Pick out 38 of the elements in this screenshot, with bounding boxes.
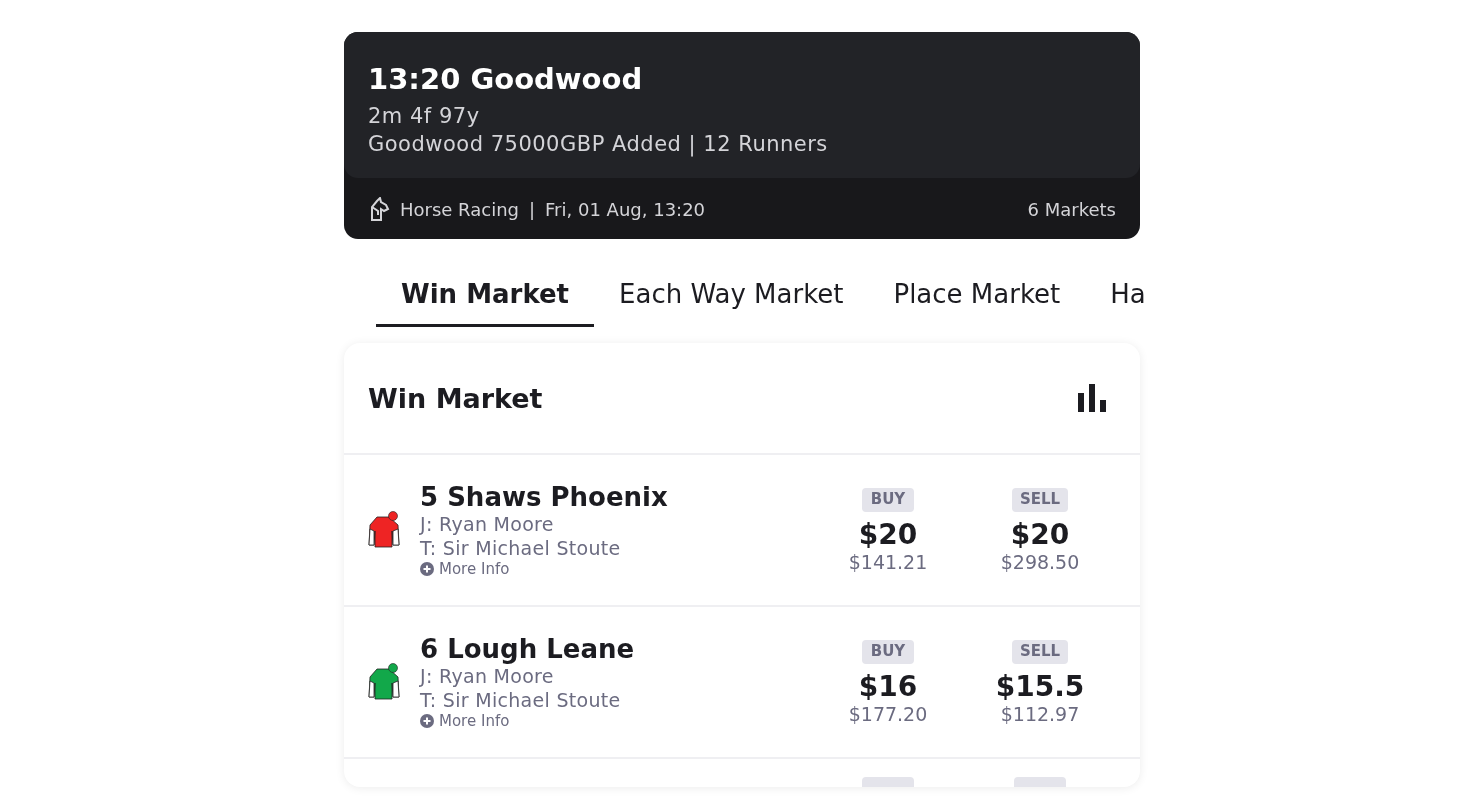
separator: | <box>529 198 536 220</box>
trainer-name: T: Sir Michael Stoute <box>420 688 622 712</box>
buy-label: BUY <box>862 639 914 664</box>
market-tab[interactable]: Ha <box>1085 263 1171 327</box>
runner-name: 6 Lough Leane <box>420 634 636 664</box>
more-info-link[interactable]: More Info <box>420 560 812 578</box>
sell-amount: $298.50 <box>1000 550 1080 573</box>
jockey-silk-icon <box>368 663 400 701</box>
sell-label: SELL <box>1011 639 1069 664</box>
buy-price[interactable]: $16 <box>858 669 918 703</box>
jockey-silk-icon <box>368 511 400 549</box>
plus-circle-icon <box>420 714 434 728</box>
buy-label: BUY <box>862 487 914 512</box>
trainer-name: T: Sir Michael Stoute <box>420 536 622 560</box>
bar-chart-icon[interactable] <box>1078 384 1108 412</box>
market-tab[interactable]: Place Market <box>868 263 1086 327</box>
sell-amount: $112.97 <box>1000 702 1080 725</box>
event-title: 13:20 Goodwood <box>368 62 644 96</box>
markets-count: 6 Markets <box>1027 198 1116 220</box>
more-info-link[interactable]: More Info <box>420 712 812 730</box>
race-details: Goodwood 75000GBP Added | 12 Runners <box>368 132 829 156</box>
market-tab[interactable]: Win Market <box>376 263 595 327</box>
market-tab[interactable]: Each Way Market <box>594 263 869 327</box>
market-title: Win Market <box>368 382 544 414</box>
jockey-name: J: Ryan Moore <box>420 512 555 536</box>
runner-name: 5 Shaws Phoenix <box>420 482 669 512</box>
buy-price[interactable]: $20 <box>858 517 918 551</box>
plus-circle-icon <box>420 562 434 576</box>
jockey-name: J: Ryan Moore <box>420 664 555 688</box>
sell-price[interactable]: $15.5 <box>995 669 1085 703</box>
buy-amount: $141.21 <box>848 550 928 573</box>
race-distance: 2m 4f 97y <box>368 104 481 128</box>
sell-price[interactable]: $20 <box>1010 517 1070 551</box>
sport-label: Horse Racing <box>400 198 519 220</box>
horse-head-icon <box>368 197 390 221</box>
event-datetime: Fri, 01 Aug, 13:20 <box>545 198 706 220</box>
sell-label: SELL <box>1011 487 1069 512</box>
buy-amount: $177.20 <box>848 702 928 725</box>
